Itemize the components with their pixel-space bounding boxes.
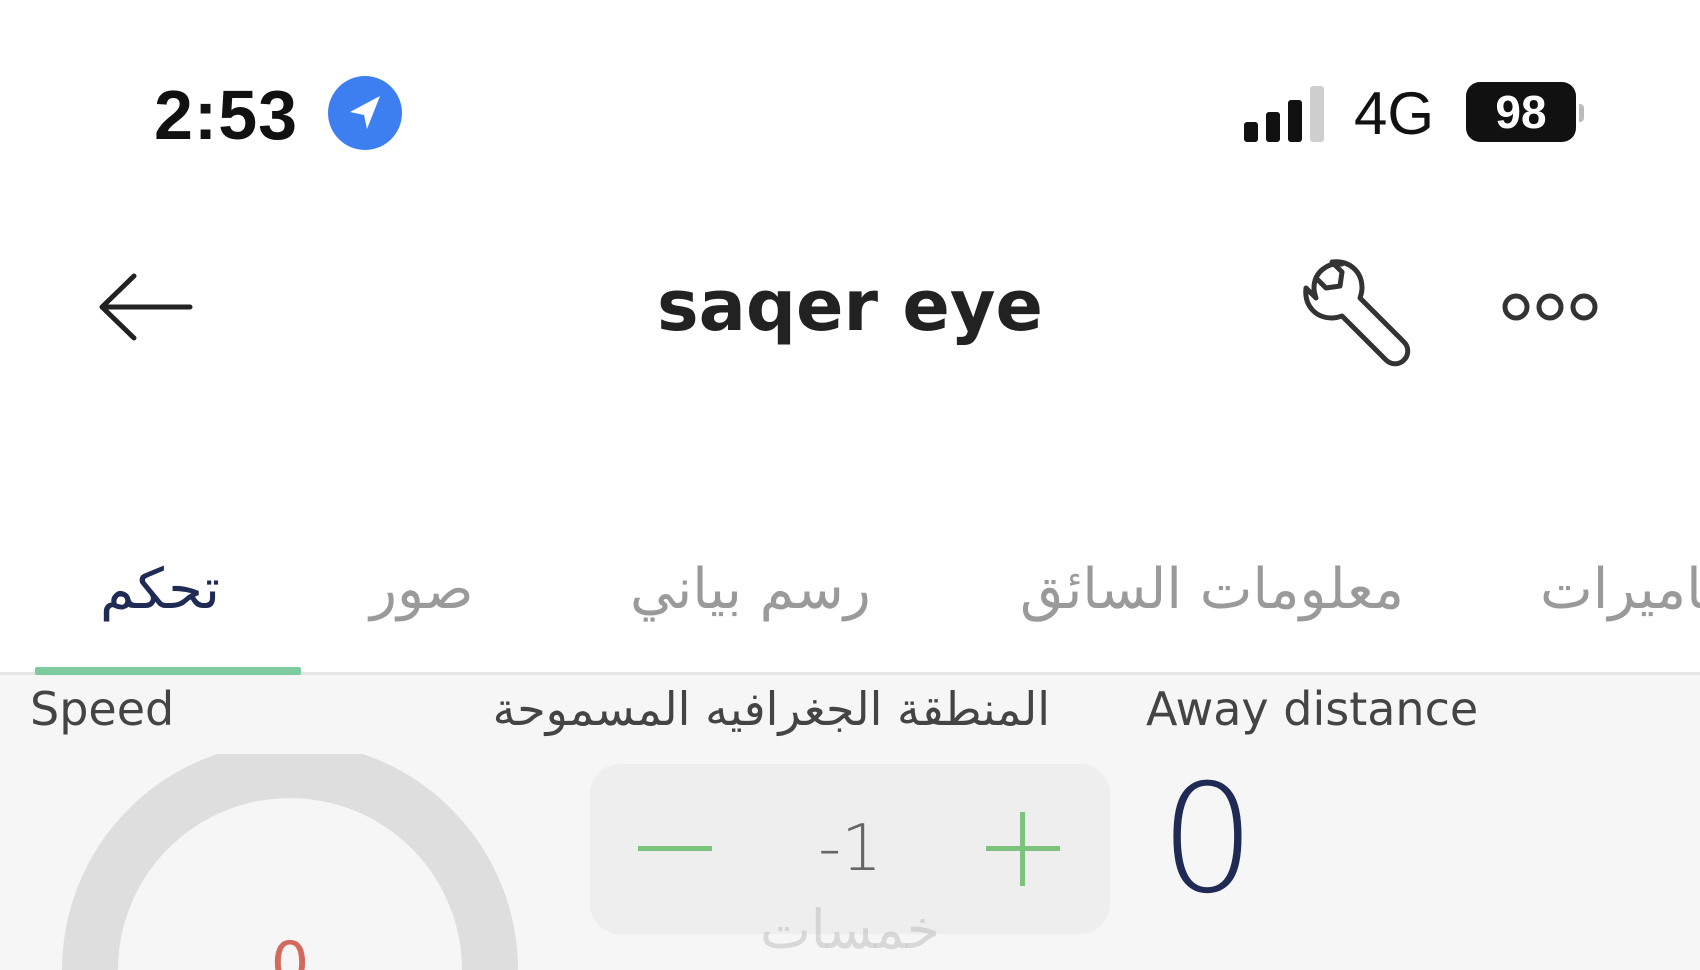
speed-label: Speed	[30, 682, 175, 736]
increment-button[interactable]	[986, 809, 1066, 889]
decrement-button[interactable]	[638, 809, 718, 889]
watermark: خمسات	[759, 898, 941, 961]
more-horizontal-icon[interactable]	[1500, 290, 1600, 324]
geofence-value: -1	[818, 812, 882, 886]
arrow-left-icon[interactable]	[96, 270, 196, 344]
battery-cap	[1579, 104, 1584, 122]
speed-value: 0	[271, 929, 309, 970]
network-type: 4G	[1354, 80, 1435, 147]
tab-bar: تحكم صور رسم بياني معلومات السائق كاميرا…	[0, 520, 1700, 674]
minus-icon	[638, 846, 712, 851]
away-distance-value: 0	[1160, 753, 1256, 927]
speed-gauge: 0	[62, 754, 518, 970]
tab-chart[interactable]: رسم بياني	[630, 540, 871, 640]
app-screen: 2:53 4G 98 saqer eye تحكم صور رسم بياني …	[0, 0, 1700, 970]
page-title: saqer eye	[657, 265, 1043, 347]
tab-control[interactable]: تحكم	[100, 540, 220, 640]
status-time: 2:53	[154, 76, 299, 154]
wrench-icon[interactable]	[1302, 258, 1412, 368]
cellular-signal-icon	[1244, 86, 1324, 142]
tab-photos[interactable]: صور	[370, 540, 474, 640]
battery-indicator: 98	[1466, 82, 1576, 142]
geofence-label: المنطقة الجغرافيه المسموحة	[492, 682, 1050, 736]
away-distance-label: Away distance	[1146, 682, 1479, 736]
plus-icon-vertical	[1020, 812, 1025, 886]
location-arrow-icon	[328, 76, 402, 150]
tab-driver-info[interactable]: معلومات السائق	[1020, 540, 1404, 640]
tab-cameras[interactable]: كاميرات	[1540, 540, 1700, 640]
